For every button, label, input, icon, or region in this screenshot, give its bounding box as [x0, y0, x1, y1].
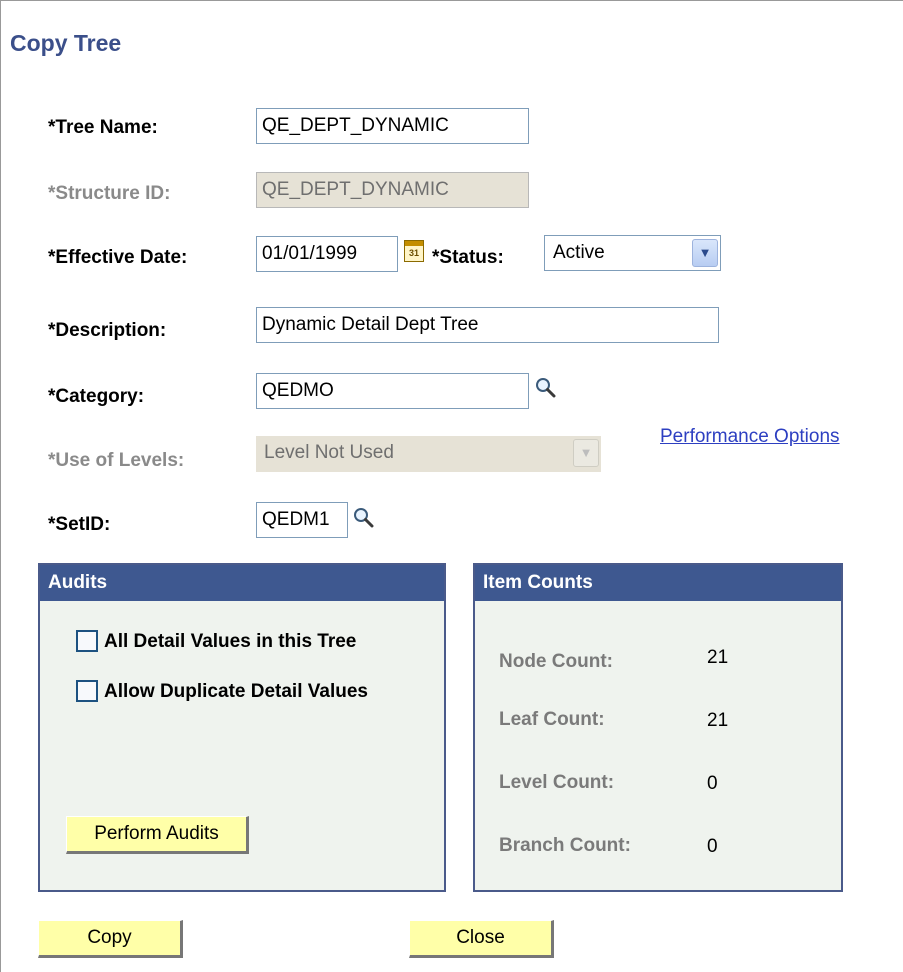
item-counts-group: Item Counts Node Count: 21 Leaf Count: 2… [473, 563, 843, 892]
node-count-value: 21 [707, 647, 729, 668]
all-detail-values-label: All Detail Values in this Tree [104, 631, 357, 652]
allow-duplicate-checkbox[interactable] [76, 680, 98, 702]
use-of-levels-select: Level Not Used ▼ [256, 436, 601, 472]
status-label: *Status: [432, 247, 504, 268]
item-counts-header: Item Counts [475, 565, 841, 601]
category-input[interactable]: QEDMO [256, 373, 529, 409]
effective-date-label: *Effective Date: [48, 247, 188, 268]
performance-options-link[interactable]: Performance Options [660, 426, 840, 448]
description-input[interactable]: Dynamic Detail Dept Tree [256, 307, 719, 343]
leaf-count-label: Leaf Count: [499, 709, 605, 730]
chevron-down-icon: ▼ [573, 439, 599, 467]
allow-duplicate-label: Allow Duplicate Detail Values [104, 681, 368, 702]
branch-count-label: Branch Count: [499, 835, 631, 856]
magnifier-icon[interactable] [352, 506, 374, 528]
leaf-count-value: 21 [707, 710, 729, 731]
calendar-icon-day: 31 [408, 248, 419, 258]
effective-date-input[interactable]: 01/01/1999 [256, 236, 398, 272]
page-title: Copy Tree [10, 30, 122, 56]
node-count-label: Node Count: [499, 651, 613, 672]
page-frame-top [0, 0, 903, 9]
use-of-levels-label: *Use of Levels: [48, 450, 185, 471]
setid-input[interactable]: QEDM1 [256, 502, 348, 538]
perform-audits-button[interactable]: Perform Audits [66, 816, 249, 854]
audits-group: Audits All Detail Values in this Tree Al… [38, 563, 446, 892]
close-button[interactable]: Close [409, 920, 554, 958]
structure-id-field: QE_DEPT_DYNAMIC [256, 172, 529, 208]
tree-name-input[interactable]: QE_DEPT_DYNAMIC [256, 108, 529, 144]
calendar-icon[interactable]: 31 [404, 240, 424, 262]
branch-count-value: 0 [707, 836, 718, 857]
structure-id-label: *Structure ID: [48, 183, 171, 204]
level-count-value: 0 [707, 773, 718, 794]
audits-header: Audits [40, 565, 444, 601]
category-label: *Category: [48, 386, 145, 407]
use-of-levels-selected-value: Level Not Used [264, 442, 394, 463]
level-count-label: Level Count: [499, 772, 615, 793]
setid-label: *SetID: [48, 514, 111, 535]
chevron-down-icon[interactable]: ▼ [692, 239, 718, 267]
description-label: *Description: [48, 320, 167, 341]
status-select[interactable]: Active ▼ [544, 235, 721, 271]
all-detail-values-checkbox[interactable] [76, 630, 98, 652]
copy-button[interactable]: Copy [38, 920, 183, 958]
magnifier-icon[interactable] [534, 376, 556, 398]
page-frame-left [0, 0, 1, 972]
tree-name-label: *Tree Name: [48, 117, 158, 138]
status-selected-value: Active [553, 242, 605, 263]
